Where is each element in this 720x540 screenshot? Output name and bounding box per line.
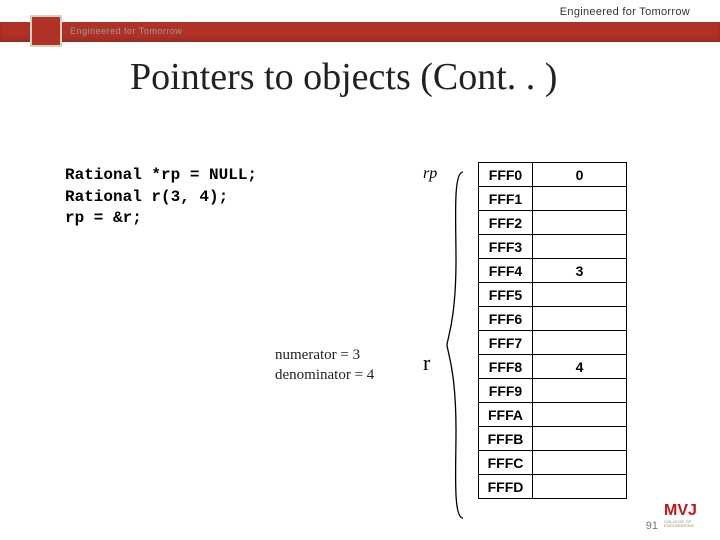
- table-row: FFF9: [479, 379, 627, 403]
- memory-table: FFF00FFF1FFF2FFF3FFF43FFF5FFF6FFF7FFF84F…: [478, 162, 627, 499]
- annotation-block: numerator = 3 denominator = 4: [275, 345, 374, 386]
- annotation-denominator: denominator = 4: [275, 365, 374, 385]
- memory-address-cell: FFFA: [479, 403, 533, 427]
- memory-address-cell: FFFB: [479, 427, 533, 451]
- memory-address-cell: FFFC: [479, 451, 533, 475]
- memory-table-body: FFF00FFF1FFF2FFF3FFF43FFF5FFF6FFF7FFF84F…: [479, 163, 627, 499]
- slide: Engineered for Tomorrow Engineered for T…: [0, 0, 720, 540]
- table-row: FFF3: [479, 235, 627, 259]
- page-title: Pointers to objects (Cont. . ): [130, 55, 557, 99]
- memory-address-cell: FFF6: [479, 307, 533, 331]
- memory-value-cell: [533, 211, 627, 235]
- memory-address-cell: FFF0: [479, 163, 533, 187]
- table-row: FFF1: [479, 187, 627, 211]
- memory-value-cell: [533, 379, 627, 403]
- table-row: FFF7: [479, 331, 627, 355]
- code-line: rp = &r;: [65, 209, 142, 227]
- memory-address-cell: FFFD: [479, 475, 533, 499]
- memory-value-cell: [533, 283, 627, 307]
- footer-logo: MVJ COLLEGE OF ENGINEERING: [664, 502, 708, 532]
- memory-address-cell: FFF7: [479, 331, 533, 355]
- memory-address-cell: FFF4: [479, 259, 533, 283]
- memory-value-cell: [533, 475, 627, 499]
- memory-value-cell: [533, 403, 627, 427]
- table-row: FFF43: [479, 259, 627, 283]
- memory-value-cell: 0: [533, 163, 627, 187]
- memory-value-cell: 4: [533, 355, 627, 379]
- page-number: 91: [646, 520, 658, 532]
- table-row: FFF84: [479, 355, 627, 379]
- memory-address-cell: FFF3: [479, 235, 533, 259]
- logo-strip-text: Engineered for Tomorrow: [70, 26, 230, 40]
- memory-value-cell: [533, 427, 627, 451]
- code-line: Rational *rp = NULL;: [65, 166, 257, 184]
- table-row: FFF00: [479, 163, 627, 187]
- memory-value-cell: [533, 307, 627, 331]
- code-block: Rational *rp = NULL; Rational r(3, 4); r…: [65, 165, 257, 230]
- footer-logo-main: MVJ: [664, 502, 697, 519]
- code-line: Rational r(3, 4);: [65, 188, 228, 206]
- table-row: FFF2: [479, 211, 627, 235]
- table-row: FFFA: [479, 403, 627, 427]
- memory-value-cell: [533, 451, 627, 475]
- curly-brace-icon: [445, 170, 467, 520]
- table-row: FFF5: [479, 283, 627, 307]
- memory-value-cell: 3: [533, 259, 627, 283]
- label-r: r: [423, 350, 430, 376]
- tagline: Engineered for Tomorrow: [560, 6, 690, 18]
- memory-address-cell: FFF2: [479, 211, 533, 235]
- memory-address-cell: FFF5: [479, 283, 533, 307]
- memory-value-cell: [533, 187, 627, 211]
- corner-ornament: [30, 15, 62, 47]
- footer-logo-sub2: ENGINEERING: [664, 524, 708, 528]
- table-row: FFFB: [479, 427, 627, 451]
- annotation-numerator: numerator = 3: [275, 345, 374, 365]
- memory-address-cell: FFF8: [479, 355, 533, 379]
- table-row: FFF6: [479, 307, 627, 331]
- memory-value-cell: [533, 235, 627, 259]
- memory-value-cell: [533, 331, 627, 355]
- memory-address-cell: FFF9: [479, 379, 533, 403]
- table-row: FFFC: [479, 451, 627, 475]
- label-rp: rp: [423, 165, 437, 183]
- table-row: FFFD: [479, 475, 627, 499]
- memory-address-cell: FFF1: [479, 187, 533, 211]
